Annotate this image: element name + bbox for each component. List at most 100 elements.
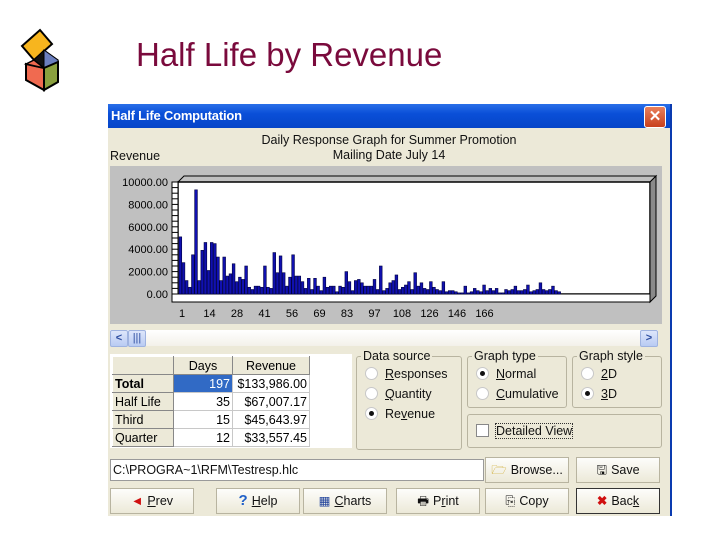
table-row: Total 197 $133,986.00	[112, 374, 310, 393]
bar	[432, 286, 436, 295]
bar	[307, 278, 311, 295]
bar	[191, 254, 195, 295]
table-row: Quarter 12 $33,557.45	[112, 428, 310, 447]
bar	[278, 255, 283, 295]
bar	[235, 281, 239, 295]
radio-2d[interactable]: 2D	[581, 367, 617, 381]
browse-button[interactable]: 🗁 Browse...	[485, 457, 569, 483]
y-tick-label: 0.00	[147, 289, 168, 301]
radio-quantity[interactable]: Quantity	[365, 387, 432, 401]
revenue-chart: 10000.00 8000.00 6000.00 4000.00 2000.00 0.00…	[110, 166, 662, 324]
graph-type-legend: Graph type	[472, 349, 538, 363]
half-life-dialog: Half Life Computation ✕ Daily Response G…	[108, 104, 672, 516]
graph-style-group: Graph style 2D 3D	[572, 349, 662, 408]
bar	[266, 286, 270, 295]
help-button[interactable]: ? Help	[216, 488, 300, 514]
save-disk-icon: 🖫	[596, 463, 608, 477]
scroll-thumb[interactable]: |||	[128, 330, 146, 347]
revenue-cell[interactable]: $45,643.97	[232, 410, 310, 429]
file-path-input[interactable]: C:\PROGRA~1\RFM\Testresp.hlc	[110, 459, 484, 481]
bar	[319, 290, 323, 295]
title-bar[interactable]: Half Life Computation ✕	[108, 104, 670, 128]
bar	[541, 289, 546, 295]
radio-button[interactable]	[365, 367, 378, 380]
radio-button[interactable]	[476, 387, 489, 400]
radio-button[interactable]	[581, 387, 594, 400]
bar	[494, 288, 499, 295]
revenue-cell[interactable]: $133,986.00	[232, 374, 310, 393]
bar	[210, 242, 214, 295]
print-button[interactable]: 🖶 Print	[396, 488, 480, 514]
x-tick-label: 126	[420, 308, 438, 320]
days-header[interactable]: Days	[173, 356, 233, 375]
printer-icon: 🖶	[417, 494, 430, 508]
bar	[385, 288, 389, 295]
y-tick-label: 6000.00	[128, 222, 168, 234]
bar	[447, 290, 452, 295]
bar	[482, 284, 486, 295]
revenue-cell[interactable]: $33,557.45	[232, 428, 310, 447]
days-cell[interactable]: 12	[173, 428, 233, 447]
chart-right-wall	[649, 174, 657, 304]
close-button[interactable]: ✕	[644, 106, 666, 128]
copy-documents-icon: ⎘	[505, 494, 516, 508]
radio-normal[interactable]: Normal	[476, 367, 536, 381]
bar	[382, 290, 386, 295]
bar	[457, 292, 461, 295]
bar	[516, 290, 521, 295]
y-tick-label: 10000.00	[122, 177, 168, 189]
radio-button[interactable]	[581, 367, 594, 380]
detailed-view-checkbox[interactable]: Detailed View	[476, 423, 574, 439]
x-tick-label: 28	[231, 308, 243, 320]
bar	[404, 284, 408, 295]
bar	[203, 242, 208, 295]
bar	[256, 285, 261, 295]
x-tick-label: 69	[313, 308, 325, 320]
radio-button[interactable]	[476, 367, 489, 380]
revenue-cell[interactable]: $67,007.17	[232, 392, 310, 411]
bar	[476, 290, 480, 295]
back-button[interactable]: ✖ Back	[576, 488, 660, 514]
bar	[526, 284, 530, 295]
radio-cumulative[interactable]: Cumulative	[476, 387, 559, 401]
save-button[interactable]: 🖫 Save	[576, 457, 660, 483]
prev-button[interactable]: ◄ Prev	[110, 488, 194, 514]
radio-3d[interactable]: 3D	[581, 387, 617, 401]
colored-cube-logo-icon	[18, 24, 70, 92]
window-title: Half Life Computation	[111, 108, 242, 123]
bar	[441, 281, 446, 295]
y-tick-label: 4000.00	[128, 244, 168, 256]
bar	[310, 289, 314, 295]
copy-button[interactable]: ⎘ Copy	[485, 488, 569, 514]
bar	[532, 290, 536, 295]
row-label: Half Life	[112, 392, 174, 411]
bar	[548, 289, 552, 295]
chart-floor	[171, 293, 651, 303]
scroll-thumb-icon: |||	[132, 332, 142, 344]
bar	[297, 275, 302, 295]
checkbox[interactable]	[476, 424, 489, 437]
bar	[335, 291, 339, 295]
radio-responses[interactable]: Responses	[365, 367, 448, 381]
bar	[332, 285, 336, 295]
days-cell[interactable]: 15	[173, 410, 233, 429]
days-cell[interactable]: 197	[173, 374, 233, 393]
scroll-right-button[interactable]: >	[640, 330, 658, 347]
bar	[263, 265, 267, 295]
bar	[510, 289, 514, 295]
revenue-header[interactable]: Revenue	[232, 356, 310, 375]
bar	[316, 285, 320, 295]
radio-button[interactable]	[365, 407, 378, 420]
bar	[394, 274, 399, 295]
radio-button[interactable]	[365, 387, 378, 400]
radio-revenue[interactable]: Revenue	[365, 407, 435, 421]
left-arrow-icon: ◄	[130, 494, 144, 508]
horizontal-scrollbar[interactable]: < ||| >	[110, 330, 658, 347]
scroll-left-button[interactable]: <	[110, 330, 128, 347]
bar	[429, 281, 433, 295]
bar	[300, 281, 305, 295]
charts-button[interactable]: ▦ Charts	[303, 488, 387, 514]
days-cell[interactable]: 35	[173, 392, 233, 411]
bar	[366, 285, 370, 295]
bar	[469, 291, 474, 295]
